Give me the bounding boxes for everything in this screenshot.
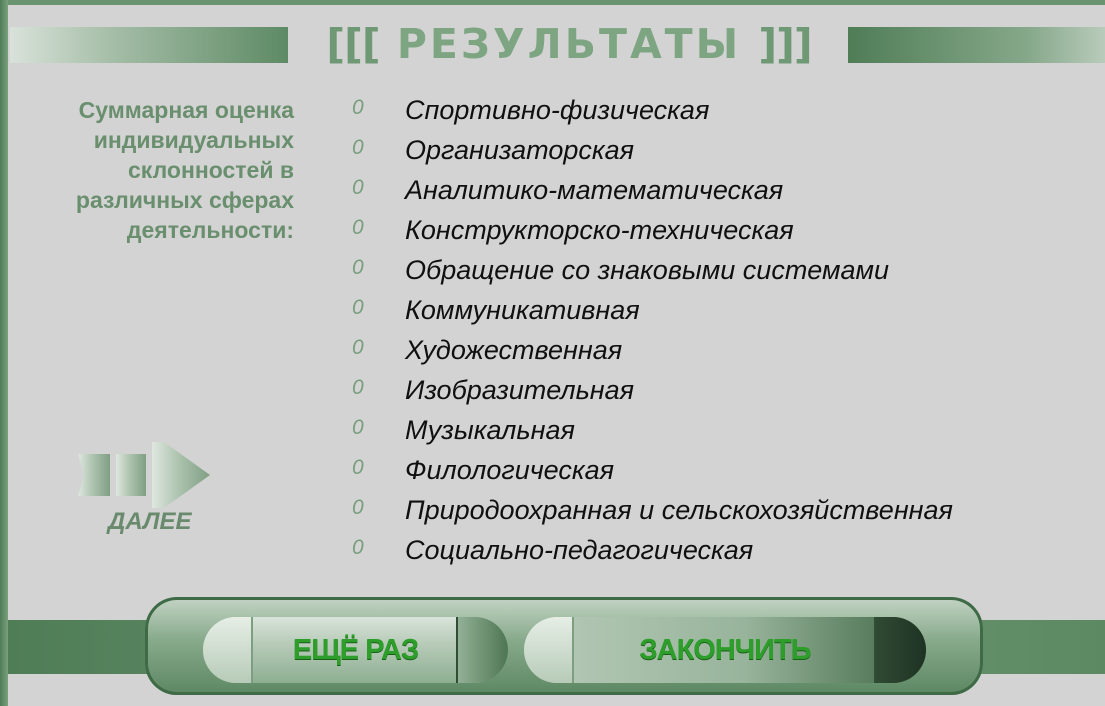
left-frame-border bbox=[0, 0, 8, 706]
result-score: 0 bbox=[352, 136, 364, 159]
result-row: 0 Природоохранная и сельскохозяйственная bbox=[340, 492, 1100, 532]
result-row: 0 Аналитико-математическая bbox=[340, 172, 1100, 212]
results-caption: Суммарная оценка индивидуальных склоннос… bbox=[20, 95, 294, 245]
result-label: Коммуникативная bbox=[405, 295, 640, 325]
caption-line: Суммарная оценка bbox=[78, 97, 294, 123]
result-row: 0 Обращение со знаковыми системами bbox=[340, 252, 1100, 292]
result-row: 0 Организаторская bbox=[340, 132, 1100, 172]
button-right-cap bbox=[456, 617, 508, 683]
next-button[interactable]: ДАЛЕЕ bbox=[70, 440, 215, 540]
result-score: 0 bbox=[352, 336, 364, 359]
result-row: 0 Коммуникативная bbox=[340, 292, 1100, 332]
title-bracket-close: ]]] bbox=[758, 20, 812, 68]
arrow-right-icon bbox=[78, 442, 210, 508]
button-left-cap bbox=[524, 617, 574, 683]
result-score: 0 bbox=[352, 416, 364, 439]
result-label: Художественная bbox=[405, 335, 623, 365]
result-row: 0 Конструкторско-техническая bbox=[340, 212, 1100, 252]
result-label: Социально-педагогическая bbox=[405, 535, 754, 565]
button-right-cap bbox=[874, 617, 926, 683]
result-label: Аналитико-математическая bbox=[405, 175, 784, 205]
results-list: 0 Спортивно-физическая 0 Организаторская… bbox=[340, 92, 1100, 572]
result-label: Конструкторско-техническая bbox=[405, 215, 794, 245]
result-row: 0 Изобразительная bbox=[340, 372, 1100, 412]
result-label: Природоохранная и сельскохозяйственная bbox=[405, 495, 953, 525]
result-score: 0 bbox=[352, 296, 364, 319]
again-button-label: ЕЩЁ РАЗ bbox=[292, 634, 419, 666]
button-left-cap bbox=[203, 617, 253, 683]
result-label: Изобразительная bbox=[405, 375, 635, 405]
result-label: Филологическая bbox=[405, 455, 615, 485]
result-row: 0 Филологическая bbox=[340, 452, 1100, 492]
again-button[interactable]: ЕЩЁ РАЗ bbox=[203, 617, 508, 683]
result-score: 0 bbox=[352, 176, 364, 199]
caption-line: склонностей в bbox=[128, 157, 294, 183]
result-score: 0 bbox=[352, 456, 364, 479]
result-row: 0 Художественная bbox=[340, 332, 1100, 372]
result-row: 0 Спортивно-физическая bbox=[340, 92, 1100, 132]
result-label: Организаторская bbox=[405, 135, 635, 165]
result-label: Обращение со знаковыми системами bbox=[405, 255, 890, 285]
caption-line: индивидуальных bbox=[93, 127, 294, 153]
result-label: Спортивно-физическая bbox=[405, 95, 710, 125]
result-score: 0 bbox=[352, 536, 364, 559]
top-frame-border bbox=[0, 0, 1105, 5]
result-row: 0 Музыкальная bbox=[340, 412, 1100, 452]
title-bracket-open: [[[ bbox=[326, 20, 380, 68]
result-score: 0 bbox=[352, 496, 364, 519]
result-score: 0 bbox=[352, 376, 364, 399]
result-score: 0 bbox=[352, 216, 364, 239]
title-band-right bbox=[848, 27, 1105, 63]
finish-button-label: ЗАКОНЧИТЬ bbox=[639, 634, 811, 666]
result-row: 0 Социально-педагогическая bbox=[340, 532, 1100, 572]
title-text: РЕЗУЛЬТАТЫ bbox=[396, 20, 742, 68]
caption-line: различных сферах bbox=[75, 187, 294, 213]
page-title: [[[ РЕЗУЛЬТАТЫ ]]] bbox=[295, 18, 843, 70]
result-score: 0 bbox=[352, 96, 364, 119]
result-label: Музыкальная bbox=[405, 415, 575, 445]
finish-button[interactable]: ЗАКОНЧИТЬ bbox=[524, 617, 926, 683]
title-band-left bbox=[10, 27, 288, 63]
next-button-label: ДАЛЕЕ bbox=[108, 508, 192, 535]
result-score: 0 bbox=[352, 256, 364, 279]
caption-line: деятельности: bbox=[126, 217, 294, 243]
